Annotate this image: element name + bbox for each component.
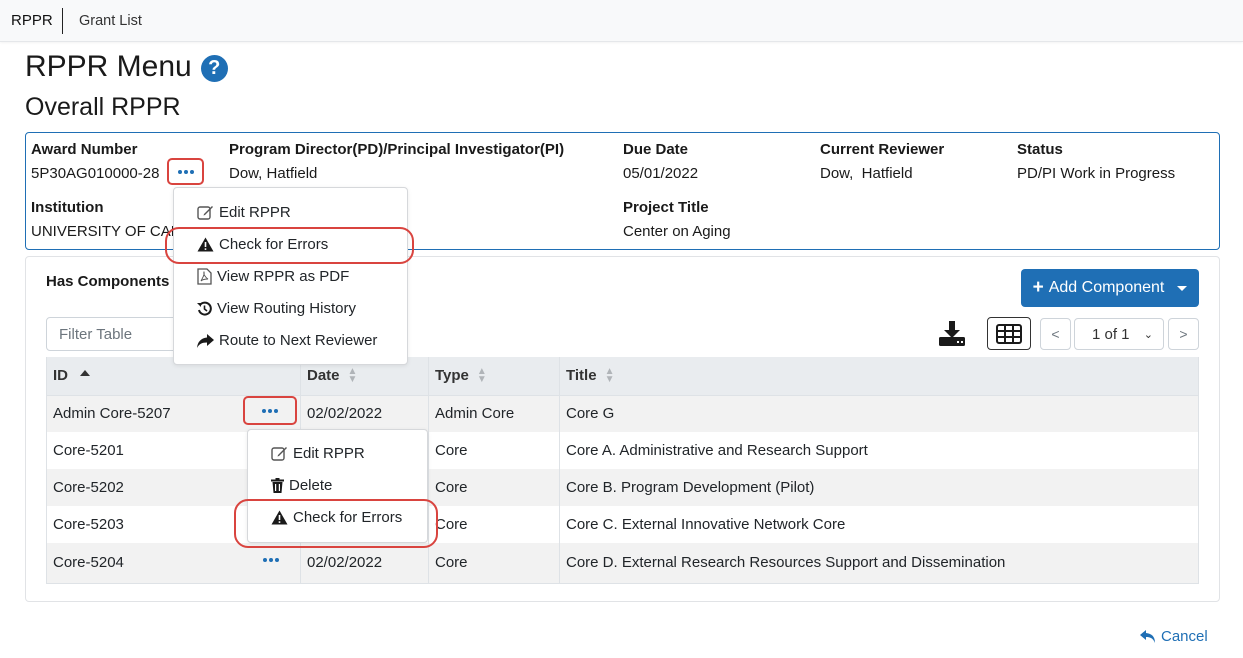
menu-item-view-pdf[interactable]: View RPPR as PDF (197, 268, 349, 285)
history-icon (197, 301, 212, 316)
nav-link-grant-list[interactable]: Grant List (79, 13, 142, 29)
cell-type: Core (428, 506, 560, 543)
download-icon[interactable] (938, 319, 966, 347)
edit-icon (271, 447, 287, 461)
institution-value: UNIVERSITY OF CAL (31, 223, 180, 240)
reply-icon (1140, 630, 1155, 643)
menu-item-delete[interactable]: Delete (271, 477, 332, 494)
add-component-label: Add Component (1048, 279, 1165, 296)
trash-icon (271, 478, 284, 493)
award-actions-menu: Edit RPPR Check for Errors View RPPR as … (173, 187, 408, 365)
current-reviewer-field: Current Reviewer Dow, Hatfield (820, 141, 944, 182)
question-circle-icon[interactable]: ? (200, 54, 228, 82)
status-label: Status (1017, 141, 1063, 158)
ellipsis-icon (177, 169, 194, 174)
project-title-value: Center on Aging (623, 223, 731, 240)
page-select-value: 1 of 1 (1092, 325, 1130, 343)
row-actions-menu: Edit RPPR Delete Check for Errors (247, 429, 428, 543)
top-navbar: RPPR Grant List (0, 0, 1243, 42)
pd-pi-value: Dow, Hatfield (229, 165, 318, 182)
pd-pi-field: Program Director(PD)/Principal Investiga… (229, 141, 564, 182)
row-actions-button[interactable] (256, 552, 286, 568)
edit-icon (197, 206, 213, 220)
page-title-text: RPPR Menu (25, 50, 192, 83)
page-select[interactable]: 1 of 1 ⌄ (1074, 318, 1164, 350)
section-title: Overall RPPR (25, 93, 181, 121)
sort-icon: ▲ ▼ (476, 366, 487, 386)
ellipsis-icon (262, 408, 278, 413)
cell-title: Core A. Administrative and Research Supp… (559, 432, 1199, 469)
due-date-value: 05/01/2022 (623, 165, 699, 182)
nav-divider (62, 8, 63, 34)
cancel-link[interactable]: Cancel (1140, 628, 1208, 645)
project-title-field: Project Title Center on Aging (623, 199, 731, 240)
menu-item-check-for-errors[interactable]: Check for Errors (271, 509, 402, 526)
column-header-title[interactable]: Title ▲ ▼ (559, 357, 1199, 396)
cell-title: Core D. External Research Resources Supp… (559, 543, 1199, 584)
components-heading: Has Components (46, 273, 170, 290)
add-component-button[interactable]: + Add Component (1021, 269, 1199, 307)
project-title-label: Project Title (623, 199, 709, 216)
column-toggle-button[interactable] (987, 317, 1031, 350)
cell-type: Core (428, 469, 560, 506)
sort-icon: ▲ ▼ (347, 366, 358, 386)
chevron-down-icon: ⌄ (1143, 329, 1153, 341)
prev-page-button[interactable]: < (1040, 318, 1071, 350)
table-row: Core-5201 Core Core A. Administrative an… (46, 432, 1199, 469)
brand-link[interactable]: RPPR (11, 12, 53, 29)
plus-icon: + (1032, 277, 1044, 298)
status-field: Status PD/PI Work in Progress (1017, 141, 1175, 182)
menu-item-routing-history[interactable]: View Routing History (197, 300, 356, 317)
cell-type: Core (428, 543, 560, 584)
table-row: Core-5204 02/02/2022 Core Core D. Extern… (46, 543, 1199, 584)
filter-table-input[interactable] (46, 317, 186, 351)
menu-item-check-for-errors[interactable]: Check for Errors (197, 236, 328, 253)
cell-title: Core B. Program Development (Pilot) (559, 469, 1199, 506)
warning-icon (271, 510, 288, 525)
award-actions-button[interactable] (167, 158, 204, 185)
page-title: RPPR Menu ? (25, 50, 228, 84)
due-date-label: Due Date (623, 141, 689, 158)
cell-type: Core (428, 432, 560, 469)
status-value: PD/PI Work in Progress (1017, 165, 1176, 182)
table-row: Core-5203 Core Core C. External Innovati… (46, 506, 1199, 543)
due-date-field: Due Date 05/01/2022 (623, 141, 698, 182)
institution-label: Institution (31, 199, 104, 216)
menu-item-edit-rppr[interactable]: Edit RPPR (197, 204, 291, 221)
next-page-button[interactable]: > (1168, 318, 1199, 350)
current-reviewer-label: Current Reviewer (820, 141, 945, 158)
menu-item-edit-rppr[interactable]: Edit RPPR (271, 445, 365, 462)
cell-date: 02/02/2022 (300, 543, 429, 584)
pd-pi-label: Program Director(PD)/Principal Investiga… (229, 141, 565, 158)
award-number-value: 5P30AG010000-28 (31, 165, 160, 182)
pdf-icon (197, 268, 212, 285)
sort-icon: ▲ ▼ (604, 366, 615, 386)
column-header-type[interactable]: Type ▲ ▼ (428, 357, 560, 396)
current-reviewer-value: Dow, Hatfield (820, 165, 913, 182)
cell-date: 02/02/2022 (300, 395, 429, 432)
table-row: Core-5202 Core Core B. Program Developme… (46, 469, 1199, 506)
menu-item-route-next-reviewer[interactable]: Route to Next Reviewer (197, 332, 377, 349)
cell-title: Core C. External Innovative Network Core (559, 506, 1199, 543)
caret-down-icon (1177, 285, 1188, 291)
row-actions-button[interactable] (243, 396, 297, 425)
ellipsis-icon (263, 558, 279, 562)
institution-field: Institution UNIVERSITY OF CAL (31, 199, 179, 240)
award-number-field: Award Number 5P30AG010000-28 (31, 141, 159, 182)
warning-icon (197, 237, 214, 252)
cell-type: Admin Core (428, 395, 560, 432)
table-row: Admin Core-5207 02/02/2022 Admin Core Co… (46, 395, 1199, 432)
share-icon (197, 333, 214, 348)
award-number-label: Award Number (31, 141, 138, 158)
table-icon (996, 323, 1022, 344)
cell-title: Core G (559, 395, 1199, 432)
components-table: ID Date ▲ ▼ Type ▲ ▼ Title ▲ ▼ Admin Core-5207… (46, 357, 1199, 584)
sort-asc-icon (80, 370, 90, 377)
